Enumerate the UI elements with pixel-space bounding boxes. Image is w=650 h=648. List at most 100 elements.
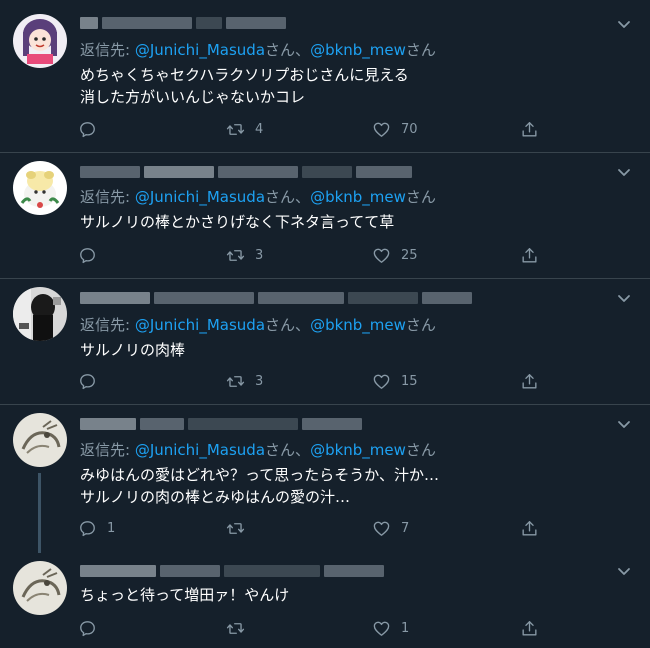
avatar-image	[13, 14, 67, 68]
reply-to-line: 返信先: @Junichi_Masudaさん、@bknb_mewさん	[80, 41, 436, 59]
reply-icon	[80, 373, 95, 389]
avatar[interactable]	[13, 413, 67, 467]
mention-link[interactable]: @bknb_mew	[310, 188, 406, 206]
author-name-redacted	[80, 564, 384, 578]
retweet-count: 3	[255, 247, 264, 263]
retweet-icon	[226, 622, 245, 634]
mention-link[interactable]: @Junichi_Masuda	[135, 188, 265, 206]
author-name-redacted	[80, 16, 286, 30]
tweet-card[interactable]: 返信先: @Junichi_Masudaさん、@bknb_mewさん みゆはんの…	[0, 405, 650, 553]
reply-button[interactable]	[78, 244, 107, 266]
reply-icon	[80, 247, 95, 263]
heart-icon	[373, 374, 390, 389]
tweet-menu-button[interactable]	[616, 16, 632, 32]
retweet-icon	[226, 522, 245, 534]
reply-to-line: 返信先: @Junichi_Masudaさん、@bknb_mewさん	[80, 316, 436, 334]
mention-link[interactable]: @bknb_mew	[310, 441, 406, 459]
tweet-text: サルノリの棒とかさりげなく下ネタ言ってて草	[80, 211, 394, 233]
avatar[interactable]	[13, 14, 67, 68]
retweet-icon	[226, 123, 245, 135]
like-count: 7	[401, 520, 410, 536]
retweet-button[interactable]: 3	[226, 244, 263, 266]
like-count: 15	[401, 373, 418, 389]
reply-count: 1	[107, 520, 116, 536]
reply-button[interactable]	[78, 370, 107, 392]
retweet-button[interactable]: 4	[226, 118, 263, 140]
tweet-menu-button[interactable]	[616, 416, 632, 432]
tweet-actions: 3 15	[78, 370, 548, 392]
tweet-text-line: 消した方がいいんじゃないかコレ	[80, 88, 306, 106]
like-button[interactable]: 7	[372, 517, 409, 539]
tweet-text-line: サルノリの棒とかさりげなく下ネタ言ってて草	[80, 213, 395, 231]
avatar[interactable]	[13, 561, 67, 615]
author-name-redacted	[80, 417, 362, 431]
tweet-text: みゆはんの愛はどれや？って思ったらそうか、汁か… サルノリの肉の棒とみゆはんの愛…	[80, 464, 439, 508]
share-button[interactable]	[520, 517, 539, 539]
tweet-actions: 3 25	[78, 244, 548, 266]
reply-to-line: 返信先: @Junichi_Masudaさん、@bknb_mewさん	[80, 188, 436, 206]
tweet-text-line: ちょっと待って増田ァ！やんけ	[80, 586, 290, 604]
mention-link[interactable]: @Junichi_Masuda	[135, 316, 265, 334]
chevron-down-icon	[618, 169, 630, 176]
tweet-actions: 1 7	[78, 517, 548, 539]
mention-link[interactable]: @bknb_mew	[310, 41, 406, 59]
tweet-card[interactable]: 返信先: @Junichi_Masudaさん、@bknb_mewさん サルノリの…	[0, 279, 650, 405]
heart-icon	[373, 122, 390, 137]
reply-button[interactable]	[78, 118, 107, 140]
share-icon	[522, 520, 537, 536]
retweet-button[interactable]: 3	[226, 370, 263, 392]
chevron-down-icon	[618, 21, 630, 28]
tweet-menu-button[interactable]	[616, 563, 632, 579]
like-count: 70	[401, 121, 418, 137]
like-count: 25	[401, 247, 418, 263]
like-button[interactable]: 15	[372, 370, 418, 392]
reply-to-line: 返信先: @Junichi_Masudaさん、@bknb_mewさん	[80, 441, 436, 459]
tweet-card[interactable]: 返信先: @Junichi_Masudaさん、@bknb_mewさん サルノリの…	[0, 153, 650, 279]
author-name-redacted	[80, 291, 472, 305]
chevron-down-icon	[618, 568, 630, 575]
avatar[interactable]	[13, 161, 67, 215]
retweet-count: 4	[255, 121, 264, 137]
mention-link[interactable]: @Junichi_Masuda	[135, 441, 265, 459]
share-icon	[522, 620, 537, 636]
tweet-text: サルノリの肉棒	[80, 339, 185, 361]
reply-icon	[80, 520, 95, 536]
chevron-down-icon	[618, 421, 630, 428]
retweet-icon	[226, 249, 245, 261]
heart-icon	[373, 248, 390, 263]
like-button[interactable]: 1	[372, 617, 409, 639]
reply-timeline: 返信先: @Junichi_Masudaさん、@bknb_mewさん めちゃくち…	[0, 0, 650, 648]
like-button[interactable]: 70	[372, 118, 418, 140]
reply-icon	[80, 121, 95, 137]
tweet-text-line: めちゃくちゃセクハラクソリプおじさんに見える	[80, 66, 409, 84]
reply-icon	[80, 620, 95, 636]
share-button[interactable]	[520, 244, 539, 266]
share-button[interactable]	[520, 370, 539, 392]
reply-button[interactable]	[78, 617, 107, 639]
tweet-menu-button[interactable]	[616, 164, 632, 180]
avatar-image	[13, 413, 67, 467]
retweet-button[interactable]	[226, 517, 255, 539]
avatar-image	[13, 161, 67, 215]
chevron-down-icon	[618, 295, 630, 302]
avatar-image	[13, 561, 67, 615]
tweet-text: ちょっと待って増田ァ！やんけ	[80, 584, 289, 606]
tweet-text: めちゃくちゃセクハラクソリプおじさんに見える 消した方がいいんじゃないかコレ	[80, 64, 409, 108]
tweet-actions: 1	[78, 617, 548, 639]
tweet-card[interactable]: 返信先: @Junichi_Masudaさん、@bknb_mewさん めちゃくち…	[0, 0, 650, 153]
thread-connector	[38, 473, 41, 553]
retweet-count: 3	[255, 373, 264, 389]
mention-link[interactable]: @bknb_mew	[310, 316, 406, 334]
mention-link[interactable]: @Junichi_Masuda	[135, 41, 265, 59]
tweet-menu-button[interactable]	[616, 290, 632, 306]
share-button[interactable]	[520, 118, 539, 140]
avatar[interactable]	[13, 287, 67, 341]
tweet-card[interactable]: ちょっと待って増田ァ！やんけ 1	[0, 550, 650, 648]
retweet-button[interactable]	[226, 617, 255, 639]
retweet-icon	[226, 375, 245, 387]
heart-icon	[373, 621, 390, 636]
heart-icon	[373, 521, 390, 536]
share-button[interactable]	[520, 617, 539, 639]
reply-button[interactable]: 1	[78, 517, 115, 539]
like-button[interactable]: 25	[372, 244, 418, 266]
